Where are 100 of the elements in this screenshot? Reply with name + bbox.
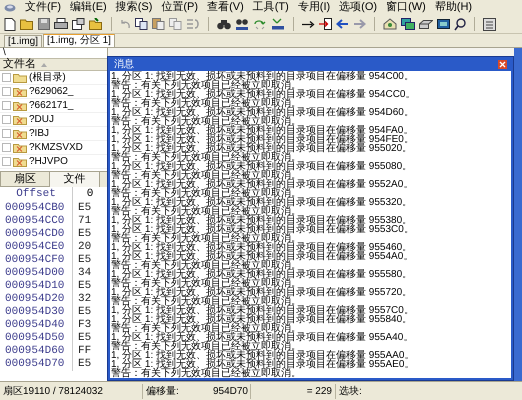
offset-cell-text: 000954D60 [4, 345, 66, 358]
message-line: 警告：有关下列无效项目已经被立即取消。 [111, 81, 301, 90]
menu-item[interactable]: 搜索(S) [116, 1, 152, 14]
path-text: \ [2, 48, 6, 58]
message-line: 警告：有关下列无效项目已经被立即取消。 [111, 261, 301, 270]
message-line: 警告：有关下列无效项目已经被立即取消。 [111, 234, 301, 243]
file-name[interactable]: ?DUJ [29, 114, 54, 126]
checkbox[interactable] [2, 101, 11, 110]
memory-icon[interactable] [437, 19, 450, 29]
offset-cell-text: 000954CE0 [4, 241, 66, 254]
message-line: 警告：有关下列无效项目已经被立即取消。 [111, 207, 301, 216]
menu-item[interactable]: 查看(V) [207, 1, 244, 14]
file-name[interactable]: ?662171_ [29, 100, 74, 112]
offset-cell-text: 000954D30 [4, 306, 66, 319]
menu-item[interactable]: 帮助(H) [434, 1, 472, 14]
window-title: 消息 [114, 59, 134, 70]
tab[interactable]: [1.img, 分区 1] [43, 34, 115, 47]
offset-cell-text: 000954CD0 [4, 228, 66, 241]
offset-cell-text: 000954D40 [4, 319, 66, 332]
checkbox[interactable] [2, 73, 11, 82]
message-line: 1, 分区 1: 找到无效、损坏或未预料到的目录项目在偏移量 954C00。 [111, 72, 414, 81]
offset-cell-text: 000954D10 [4, 280, 66, 293]
folder-icon[interactable] [89, 18, 103, 30]
message-line: 1, 分区 1: 找到无效、损坏或未预料到的目录项目在偏移量 954D60。 [111, 108, 414, 117]
file-name[interactable]: (根目录) [29, 72, 66, 84]
checkbox[interactable] [2, 129, 11, 138]
message-line: 1, 分区 1: 找到无效、损坏或未预料到的目录项目在偏移量 9552A0。 [111, 180, 414, 189]
message-line: 1, 分区 1: 找到无效、损坏或未预料到的目录项目在偏移量 955AA0。 [111, 351, 414, 360]
close-icon[interactable] [498, 60, 507, 69]
message-line: 1, 分区 1: 找到无效、损坏或未预料到的目录项目在偏移量 955020。 [111, 144, 412, 153]
file-name[interactable]: ?IBJ [29, 128, 50, 140]
folder-icon [13, 128, 27, 138]
tab[interactable]: 扇区 [0, 172, 50, 187]
message-line: 1, 分区 1: 找到无效、损坏或未预料到的目录项目在偏移量 9553C0。 [111, 225, 414, 234]
offset-cell-text: 000954CC0 [4, 215, 66, 228]
offset-value: 954D70 [203, 384, 251, 398]
save-icon[interactable] [38, 18, 50, 30]
paste-icon[interactable] [152, 18, 165, 30]
tab[interactable]: [1.img] [4, 35, 42, 47]
message-line: 警告：有关下列无效项目已经被立即取消。 [111, 324, 301, 333]
message-line: 1, 分区 1: 找到无效、损坏或未预料到的目录项目在偏移量 955460。 [111, 243, 412, 252]
file-name[interactable]: ?629062_ [29, 86, 74, 98]
message-line: 1, 分区 1: 找到无效、损坏或未预料到的目录项目在偏移量 955580。 [111, 270, 412, 279]
message-line: 警告：有关下列无效项目已经被立即取消。 [111, 279, 301, 288]
copy-icon[interactable] [135, 18, 148, 30]
message-line: 警告：有关下列无效项目已经被立即取消。 [111, 99, 301, 108]
drive-icon[interactable] [419, 20, 433, 28]
message-line: 警告：有关下列无效项目已经被立即取消。 [111, 171, 301, 180]
checkbox[interactable] [2, 87, 11, 96]
binoculars-icon[interactable] [217, 18, 231, 30]
windows-icon[interactable] [401, 18, 415, 30]
message-line: 警告：有关下列无效项目已经被立即取消。 [111, 369, 301, 378]
offset-cell-text: 000954CB0 [4, 202, 66, 215]
message-line: 1, 分区 1: 找到无效、损坏或未预料到的目录项目在偏移量 955AE0。 [111, 360, 414, 369]
new-file-icon[interactable] [4, 18, 16, 30]
menu-item[interactable]: 编辑(E) [70, 1, 107, 14]
printer-icon[interactable] [54, 18, 68, 30]
message-line: 警告：有关下列无效项目已经被立即取消。 [111, 342, 301, 351]
menu-item[interactable]: 窗口(W) [386, 1, 426, 14]
offset-cell-text: 000954D20 [4, 293, 66, 306]
message-line: 1, 分区 1: 找到无效、损坏或未预料到的目录项目在偏移量 955380。 [111, 216, 412, 225]
folder-icon [13, 142, 27, 152]
offset-cell-text: 000954D50 [4, 332, 66, 345]
message-line: 1, 分区 1: 找到无效、损坏或未预料到的目录项目在偏移量 954FA0。 [111, 126, 414, 135]
search-icon[interactable] [454, 18, 466, 30]
properties-icon[interactable] [72, 18, 85, 30]
message-line: 1, 分区 1: 找到无效、损坏或未预料到的目录项目在偏移量 954FE0。 [111, 135, 414, 144]
offset-cell-text: 000954CF0 [4, 254, 66, 267]
column-header[interactable]: 文件名 [0, 58, 107, 71]
checkbox[interactable] [2, 115, 11, 124]
offset-cell-text: 000954D00 [4, 267, 66, 280]
menu-item[interactable]: 专用(I) [298, 1, 330, 14]
sort-arrow-icon [41, 62, 47, 66]
menu-item[interactable]: 位置(P) [161, 1, 198, 14]
message-line: 警告：有关下列无效项目已经被立即取消。 [111, 297, 301, 306]
message-line: 警告：有关下列无效项目已经被立即取消。 [111, 117, 301, 126]
folder-icon [13, 86, 27, 96]
message-line: 1, 分区 1: 找到无效、损坏或未预料到的目录项目在偏移量 955840。 [111, 315, 412, 324]
menu-item[interactable]: 工具(T) [252, 1, 289, 14]
folder-icon [13, 100, 27, 110]
calculator-icon[interactable] [483, 18, 496, 30]
message-line: 1, 分区 1: 找到无效、损坏或未预料到的目录项目在偏移量 955080。 [111, 162, 412, 171]
arrow-right-icon[interactable] [302, 20, 315, 28]
menu-item[interactable]: 选项(O) [339, 1, 378, 14]
checkbox[interactable] [2, 143, 11, 152]
folder-icon[interactable] [20, 18, 34, 30]
arrow-left-icon[interactable] [336, 19, 349, 29]
message-line: 1, 分区 1: 找到无效、损坏或未预料到的目录项目在偏移量 955A40。 [111, 333, 414, 342]
file-name[interactable]: ?KMZSVXD [29, 142, 83, 154]
message-line: 1, 分区 1: 找到无效、损坏或未预料到的目录项目在偏移量 954CC0。 [111, 90, 416, 99]
menu-item[interactable]: 文件(F) [25, 1, 62, 14]
offset-label: 偏移量: [145, 384, 180, 398]
checkbox[interactable] [2, 157, 11, 166]
tab[interactable]: 文件 [50, 172, 100, 187]
app-icon[interactable] [4, 2, 16, 12]
message-line: 1, 分区 1: 找到无效、损坏或未预料到的目录项目在偏移量 9554A0。 [111, 252, 414, 261]
column-header: Offset [15, 187, 57, 202]
goto-icon[interactable] [319, 18, 332, 30]
file-name[interactable]: ?HJVPO [29, 156, 68, 168]
message-line: 警告：有关下列无效项目已经被立即取消。 [111, 153, 301, 162]
